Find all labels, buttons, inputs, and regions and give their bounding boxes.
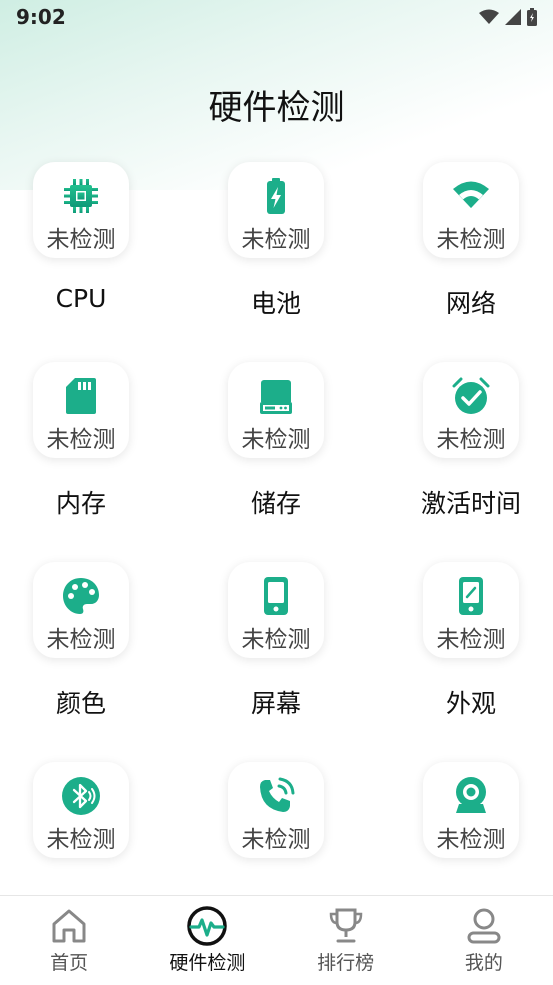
palette-icon — [61, 576, 101, 616]
wifi-signal-icon — [479, 9, 499, 24]
item-label: 屏幕 — [250, 689, 301, 718]
phone-screen-icon — [256, 576, 296, 616]
hardware-tile[interactable]: 未检测 — [228, 162, 324, 258]
status-bar: 9:02 — [0, 0, 553, 34]
hardware-item-cpu[interactable]: 未检测 CPU — [0, 162, 171, 313]
hardware-tile[interactable]: 未检测 — [423, 362, 519, 458]
nav-item-ranking[interactable]: 排行榜 — [277, 896, 415, 975]
trophy-icon — [329, 908, 362, 943]
nav-item-hardware-check[interactable]: 硬件检测 — [138, 896, 276, 975]
pulse-icon — [187, 906, 228, 946]
hardware-item-network[interactable]: 未检测 网络 — [381, 162, 553, 320]
item-label: 外观 — [445, 689, 496, 718]
hardware-item-storage[interactable]: 未检测 储存 — [186, 362, 366, 520]
hardware-tile[interactable]: 未检测 — [228, 762, 324, 858]
tile-status: 未检测 — [241, 427, 311, 453]
tile-status: 未检测 — [241, 627, 311, 653]
hardware-item-camera[interactable]: 未检测 — [381, 762, 553, 884]
phone-call-icon — [256, 776, 296, 816]
tile-status: 未检测 — [241, 227, 311, 253]
hardware-tile[interactable]: 未检测 — [423, 762, 519, 858]
hardware-item-activation-time[interactable]: 未检测 激活时间 — [381, 362, 553, 520]
bluetooth-icon — [61, 776, 101, 816]
hardware-tile[interactable]: 未检测 — [423, 562, 519, 658]
item-label: 颜色 — [55, 689, 106, 718]
cpu-icon — [61, 176, 101, 216]
cell-signal-icon — [505, 9, 521, 25]
hardware-item-call[interactable]: 未检测 — [186, 762, 366, 884]
phone-appearance-icon — [451, 576, 491, 616]
tile-status: 未检测 — [241, 827, 311, 853]
nav-label: 排行榜 — [317, 952, 375, 974]
battery-icon — [256, 176, 296, 216]
item-label: 电池 — [250, 289, 301, 318]
page-title: 硬件检测 — [208, 88, 345, 128]
hardware-item-memory[interactable]: 未检测 内存 — [0, 362, 171, 520]
nav-label: 我的 — [464, 952, 503, 974]
nav-label: 硬件检测 — [169, 952, 246, 974]
hardware-item-color[interactable]: 未检测 颜色 — [0, 562, 171, 720]
tile-status: 未检测 — [436, 627, 506, 653]
sd-card-icon — [61, 376, 101, 416]
hardware-tile[interactable]: 未检测 — [423, 162, 519, 258]
hardware-item-screen[interactable]: 未检测 屏幕 — [186, 562, 366, 720]
item-label: 网络 — [445, 289, 496, 318]
item-label: 内存 — [55, 489, 106, 518]
alarm-check-icon — [451, 376, 491, 416]
battery-status-icon — [527, 8, 537, 26]
item-label: 激活时间 — [420, 489, 521, 518]
tile-status: 未检测 — [46, 227, 116, 253]
nav-item-home[interactable]: 首页 — [0, 896, 138, 975]
hardware-tile[interactable]: 未检测 — [33, 562, 129, 658]
bottom-navigation: 首页 硬件检测 排行榜 我的 — [0, 895, 553, 985]
hardware-tile[interactable]: 未检测 — [228, 562, 324, 658]
nav-label: 首页 — [50, 952, 89, 974]
tile-status: 未检测 — [436, 827, 506, 853]
user-icon — [467, 908, 501, 944]
tile-status: 未检测 — [436, 227, 506, 253]
hardware-tile[interactable]: 未检测 — [33, 162, 129, 258]
tile-status: 未检测 — [436, 427, 506, 453]
status-icons — [479, 8, 537, 26]
tile-status: 未检测 — [46, 627, 116, 653]
storage-icon — [256, 376, 296, 416]
hardware-tile[interactable]: 未检测 — [228, 362, 324, 458]
hardware-tile[interactable]: 未检测 — [33, 362, 129, 458]
home-icon — [52, 909, 86, 943]
wifi-icon — [451, 176, 491, 216]
hardware-item-bluetooth[interactable]: 未检测 — [0, 762, 171, 884]
camera-icon — [451, 776, 491, 816]
hardware-item-battery[interactable]: 未检测 电池 — [186, 162, 366, 320]
status-time: 9:02 — [16, 5, 66, 29]
nav-item-mine[interactable]: 我的 — [415, 896, 553, 975]
item-label: 储存 — [250, 489, 301, 518]
item-label: CPU — [55, 284, 107, 313]
hardware-tile[interactable]: 未检测 — [33, 762, 129, 858]
tile-status: 未检测 — [46, 427, 116, 453]
tile-status: 未检测 — [46, 827, 116, 853]
hardware-item-appearance[interactable]: 未检测 外观 — [381, 562, 553, 720]
